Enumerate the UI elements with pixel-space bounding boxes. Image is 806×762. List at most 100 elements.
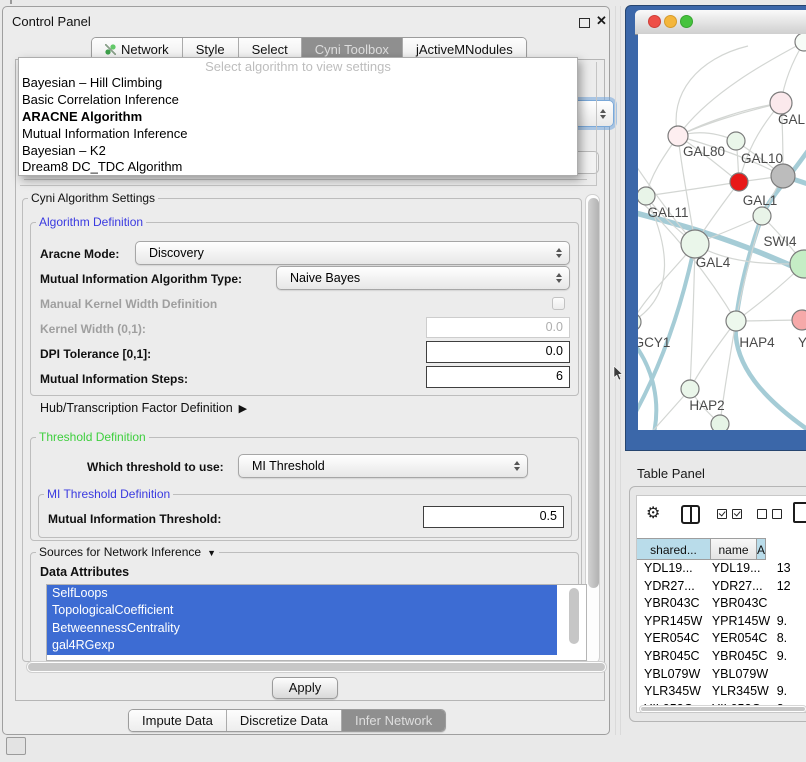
dpi-tolerance-field[interactable]: 0.0 — [426, 341, 570, 363]
deselect-all-checks-icon[interactable] — [757, 509, 787, 519]
network-node[interactable] — [753, 207, 771, 225]
aracne-mode-select[interactable]: Discovery — [135, 241, 570, 265]
column-header[interactable]: shared... — [637, 538, 711, 560]
network-nodes — [638, 34, 806, 430]
algorithm-option[interactable]: ARACNE Algorithm — [19, 109, 577, 126]
network-node[interactable] — [681, 380, 699, 398]
table-row[interactable]: YLR345W YLR345W 9. — [637, 683, 806, 701]
cell-name: YBL079W — [705, 666, 773, 684]
network-node[interactable] — [771, 164, 795, 188]
algorithm-dropdown-popup: Select algorithm to view settings Bayesi… — [18, 57, 578, 176]
network-node[interactable] — [726, 311, 746, 331]
tab[interactable]: Impute Data — [129, 710, 226, 731]
which-threshold-select[interactable]: MI Threshold — [238, 454, 528, 478]
columns-icon[interactable] — [681, 505, 700, 524]
table-row[interactable]: YER054C YER054C 8. — [637, 630, 806, 648]
table-row[interactable]: YPR145W YPR145W 9. — [637, 613, 806, 631]
kernel-width-field[interactable]: 0.0 — [426, 317, 570, 338]
algorithm-option[interactable]: Bayesian – Hill Climbing — [19, 75, 577, 92]
network-node[interactable] — [711, 415, 729, 430]
apply-button[interactable]: Apply — [272, 677, 338, 699]
top-left-tick — [10, 0, 12, 4]
close-icon[interactable]: ✕ — [596, 13, 607, 29]
close-traffic-light[interactable] — [648, 15, 661, 28]
document-icon[interactable] — [793, 502, 806, 523]
network-node[interactable] — [792, 310, 806, 330]
float-window-icon[interactable] — [579, 18, 590, 28]
sources-group-title: Sources for Network Inference — [39, 545, 201, 559]
cell-shared-name: YBL079W — [637, 666, 705, 684]
data-attributes-list[interactable]: SelfLoops TopologicalCoefficient Between… — [46, 584, 587, 661]
sources-group-toggle[interactable]: Sources for Network Inference▼ — [36, 545, 219, 559]
zoom-traffic-light[interactable] — [680, 15, 693, 28]
cell-shared-name: YDR27... — [637, 578, 705, 596]
tab[interactable]: Infer Network — [341, 710, 445, 731]
network-node-label: SWI4 — [763, 234, 796, 249]
scrollbar-thumb[interactable] — [28, 663, 605, 671]
dpi-tolerance-label: DPI Tolerance [0,1]: — [40, 347, 151, 361]
select-all-checks-icon[interactable] — [717, 509, 747, 519]
scrollbar-thumb[interactable] — [588, 198, 599, 588]
algorithm-option[interactable]: Mutual Information Inference — [19, 126, 577, 143]
aracne-mode-label: Aracne Mode: — [40, 247, 119, 261]
network-node[interactable] — [727, 132, 745, 150]
settings-vertical-scrollbar[interactable] — [585, 194, 600, 664]
stepper-icon — [556, 248, 562, 258]
algorithm-option[interactable]: Basic Correlation Inference — [19, 92, 577, 109]
table-row[interactable]: YBL079W YBL079W — [637, 666, 806, 684]
mi-type-label: Mutual Information Algorithm Type: — [40, 272, 242, 286]
network-node[interactable] — [795, 34, 806, 51]
network-window-titlebar[interactable] — [635, 10, 806, 35]
mi-steps-field[interactable]: 6 — [426, 366, 570, 388]
cell-name: YDR27... — [705, 578, 773, 596]
column-header[interactable]: A — [757, 538, 766, 560]
table-horizontal-scrollbar[interactable] — [639, 705, 806, 713]
attribute-item[interactable]: SelfLoops — [47, 585, 557, 602]
table-row[interactable]: YBR043C YBR043C — [637, 595, 806, 613]
network-node[interactable] — [790, 250, 806, 278]
mi-type-select[interactable]: Naive Bayes — [276, 266, 570, 290]
network-node-label: GAL80 — [683, 144, 725, 159]
table-row[interactable]: YBR045C YBR045C 9. — [637, 648, 806, 666]
tab-label: Select — [252, 42, 288, 57]
table-row[interactable]: YDL19... YDL19... 13 — [637, 560, 806, 578]
manual-kernel-checkbox[interactable] — [552, 297, 565, 310]
network-node[interactable] — [668, 126, 688, 146]
cell-name: YPR145W — [705, 613, 773, 631]
collapsed-panel-icon[interactable] — [6, 737, 26, 755]
group-border-fragment — [20, 185, 597, 186]
minimize-traffic-light[interactable] — [664, 15, 677, 28]
mi-threshold-field[interactable]: 0.5 — [423, 506, 564, 528]
gear-icon[interactable]: ⚙ — [646, 503, 660, 523]
network-node[interactable] — [681, 230, 709, 258]
settings-horizontal-scrollbar[interactable] — [26, 661, 607, 673]
column-header[interactable]: name — [711, 538, 757, 560]
attribute-item[interactable]: gal4RGexp — [47, 637, 557, 654]
tab[interactable]: Discretize Data — [226, 710, 341, 731]
manual-kernel-label: Manual Kernel Width Definition — [40, 297, 217, 311]
network-node[interactable] — [770, 92, 792, 114]
tab-label: Network — [121, 42, 169, 57]
list-scrollbar-thumb[interactable] — [569, 588, 579, 644]
algorithm-option[interactable]: Dream8 DC_TDC Algorithm — [19, 159, 577, 176]
algorithm-option[interactable]: Bayesian – K2 — [19, 143, 577, 160]
network-node-label: GAL10 — [741, 151, 783, 166]
attribute-item[interactable]: TopologicalCoefficient — [47, 602, 557, 619]
network-node-label: GAL — [778, 112, 806, 127]
cell-name: YER054C — [705, 630, 773, 648]
table-header: shared... name A — [637, 538, 766, 560]
scrollbar-thumb[interactable] — [641, 707, 805, 711]
cell-shared-name: YBR043C — [637, 595, 705, 613]
stepper-icon — [600, 109, 606, 119]
network-tab-icon — [105, 44, 116, 55]
settings-group-title: Cyni Algorithm Settings — [28, 191, 158, 205]
network-node[interactable] — [638, 187, 655, 205]
table-rows: YDL19... YDL19... 13 YDR27... YDR27... 1… — [637, 560, 806, 713]
network-node[interactable] — [730, 173, 748, 191]
hub-section-toggle[interactable]: Hub/Transcription Factor Definition▶ — [40, 401, 247, 415]
cell-value: 12 — [773, 578, 806, 596]
tab-label: Infer Network — [355, 713, 432, 728]
attribute-item[interactable]: BetweennessCentrality — [47, 620, 557, 637]
network-canvas[interactable]: GALGAL80GAL10GAL1GAL11SWI4GAL4GCY1HAP4YH… — [638, 34, 806, 430]
table-row[interactable]: YDR27... YDR27... 12 — [637, 578, 806, 596]
